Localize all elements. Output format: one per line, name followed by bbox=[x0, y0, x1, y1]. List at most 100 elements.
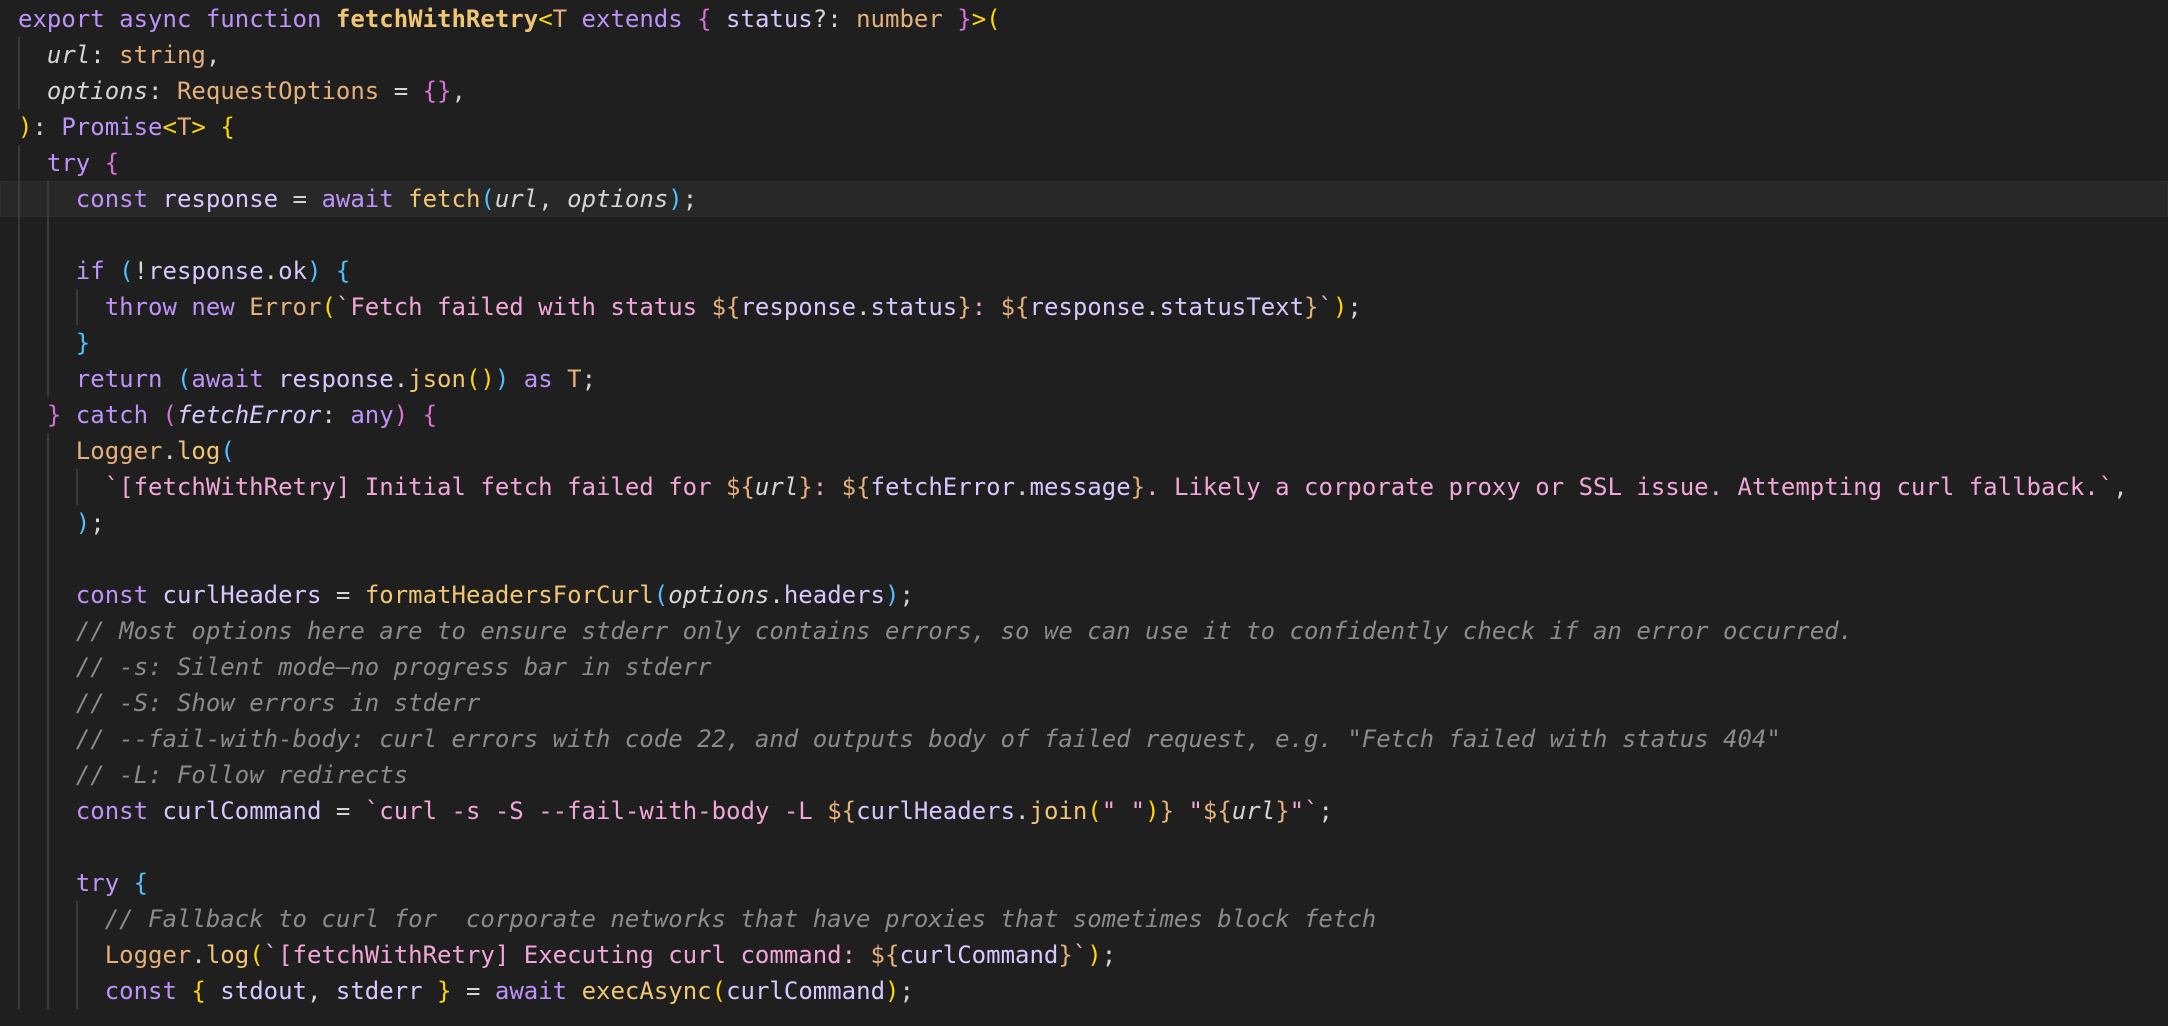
code-line[interactable]: url: string, bbox=[0, 37, 2168, 73]
code-token: : bbox=[321, 401, 351, 429]
code-token: . bbox=[162, 437, 177, 465]
code-text: if (!response.ok) { bbox=[76, 253, 351, 289]
code-text: options: RequestOptions = {}, bbox=[47, 73, 466, 109]
code-token: ( bbox=[711, 977, 727, 1005]
code-token: extends bbox=[567, 5, 698, 33]
code-line[interactable]: Logger.log(`[fetchWithRetry] Executing c… bbox=[0, 937, 2168, 973]
indent-guide bbox=[18, 469, 20, 505]
code-token: { bbox=[191, 977, 206, 1005]
code-text: const curlHeaders = formatHeadersForCurl… bbox=[76, 577, 914, 613]
code-line[interactable]: const { stdout, stderr } = await execAsy… bbox=[0, 973, 2168, 1009]
code-token: } bbox=[1304, 293, 1319, 321]
code-token: curlCommand bbox=[899, 941, 1059, 969]
indent-guide bbox=[46, 613, 49, 649]
code-token: options bbox=[668, 581, 770, 609]
code-token: } bbox=[798, 473, 813, 501]
indent-guide bbox=[46, 217, 49, 253]
code-token: await bbox=[191, 365, 279, 393]
code-token: . bbox=[191, 941, 206, 969]
indent-guide bbox=[18, 577, 20, 613]
code-token: ${ bbox=[827, 797, 857, 825]
code-token: `curl -s -S --fail-with-body -L bbox=[364, 797, 828, 825]
code-token: , bbox=[307, 977, 336, 1005]
indent-guide bbox=[18, 181, 20, 217]
indent-guide bbox=[18, 217, 20, 253]
code-token: await bbox=[494, 977, 582, 1005]
code-line[interactable]: return (await response.json()) as T; bbox=[0, 361, 2168, 397]
code-line[interactable] bbox=[0, 541, 2168, 577]
code-token: . bbox=[856, 293, 871, 321]
code-token: statusText bbox=[1159, 293, 1305, 321]
code-token: `Fetch failed with status bbox=[335, 293, 712, 321]
code-line[interactable]: const curlHeaders = formatHeadersForCurl… bbox=[0, 577, 2168, 613]
code-token: ) bbox=[1145, 797, 1160, 825]
code-token: options bbox=[46, 77, 149, 105]
code-token: "` bbox=[1289, 797, 1319, 825]
code-line[interactable]: // --fail-with-body: curl errors with co… bbox=[0, 721, 2168, 757]
indent-guide bbox=[46, 721, 49, 757]
indent-guide bbox=[46, 289, 49, 325]
code-line[interactable]: if (!response.ok) { bbox=[0, 253, 2168, 289]
code-text: const { stdout, stderr } = await execAsy… bbox=[105, 973, 914, 1009]
indent-guide bbox=[18, 361, 20, 397]
code-token: < bbox=[538, 5, 553, 33]
code-token: ( bbox=[162, 401, 177, 429]
code-line[interactable]: `[fetchWithRetry] Initial fetch failed f… bbox=[0, 469, 2168, 505]
indent-guide bbox=[46, 937, 49, 973]
code-token: ; bbox=[1347, 293, 1362, 321]
indent-guide bbox=[18, 505, 20, 541]
code-token: number bbox=[856, 5, 943, 33]
code-token: log bbox=[205, 941, 250, 969]
code-token: stdout bbox=[205, 977, 307, 1005]
code-line[interactable]: export async function fetchWithRetry<T e… bbox=[0, 1, 2168, 37]
code-line[interactable]: const curlCommand = `curl -s -S --fail-w… bbox=[0, 793, 2168, 829]
code-token: ` bbox=[1072, 941, 1088, 969]
indent-guide bbox=[18, 829, 20, 865]
code-line[interactable]: // Fallback to curl for corporate networ… bbox=[0, 901, 2168, 937]
code-token: ; bbox=[682, 185, 698, 213]
code-token: ; bbox=[581, 365, 597, 393]
code-token: T bbox=[552, 5, 568, 33]
code-token: . bbox=[1145, 293, 1160, 321]
indent-guide bbox=[18, 793, 20, 829]
code-text: } catch (fetchError: any) { bbox=[47, 397, 437, 433]
code-line[interactable]: try { bbox=[0, 145, 2168, 181]
code-line[interactable] bbox=[0, 829, 2168, 865]
code-line[interactable]: ); bbox=[0, 505, 2168, 541]
code-token: ; bbox=[1101, 941, 1117, 969]
code-text: const response = await fetch(url, option… bbox=[76, 181, 697, 217]
code-token: fetch bbox=[408, 185, 481, 213]
code-line[interactable]: // -S: Show errors in stderr bbox=[0, 685, 2168, 721]
code-line[interactable]: ): Promise<T> { bbox=[0, 109, 2168, 145]
indent-guide bbox=[46, 325, 49, 361]
code-line[interactable]: // -s: Silent mode—no progress bar in st… bbox=[0, 649, 2168, 685]
code-line[interactable]: throw new Error(`Fetch failed with statu… bbox=[0, 289, 2168, 325]
indent-guide bbox=[18, 973, 20, 1009]
indent-guide bbox=[75, 973, 78, 1009]
indent-guide bbox=[18, 901, 20, 937]
code-token: Logger bbox=[104, 941, 192, 969]
indent-guide bbox=[18, 325, 20, 361]
code-token: ( bbox=[321, 293, 336, 321]
code-token: : bbox=[32, 113, 62, 141]
code-token: , bbox=[2113, 473, 2128, 501]
code-token: { bbox=[321, 257, 351, 285]
code-line[interactable]: } catch (fetchError: any) { bbox=[0, 397, 2168, 433]
code-text: // -L: Follow redirects bbox=[76, 757, 408, 793]
code-line[interactable] bbox=[0, 217, 2168, 253]
indent-guide bbox=[46, 829, 49, 865]
code-line[interactable]: // Most options here are to ensure stder… bbox=[0, 613, 2168, 649]
code-token: await bbox=[321, 185, 409, 213]
code-line[interactable]: const response = await fetch(url, option… bbox=[0, 181, 2168, 217]
code-line[interactable]: // -L: Follow redirects bbox=[0, 757, 2168, 793]
code-token: stderr bbox=[335, 977, 423, 1005]
code-token: ) bbox=[18, 113, 33, 141]
code-line[interactable]: try { bbox=[0, 865, 2168, 901]
code-line[interactable]: } bbox=[0, 325, 2168, 361]
code-line[interactable]: options: RequestOptions = {}, bbox=[0, 73, 2168, 109]
code-line[interactable]: Logger.log( bbox=[0, 433, 2168, 469]
code-editor[interactable]: export async function fetchWithRetry<T e… bbox=[0, 0, 2168, 1026]
code-token: curlCommand bbox=[162, 797, 322, 825]
code-token: T bbox=[176, 113, 192, 141]
code-token: } bbox=[1058, 941, 1073, 969]
